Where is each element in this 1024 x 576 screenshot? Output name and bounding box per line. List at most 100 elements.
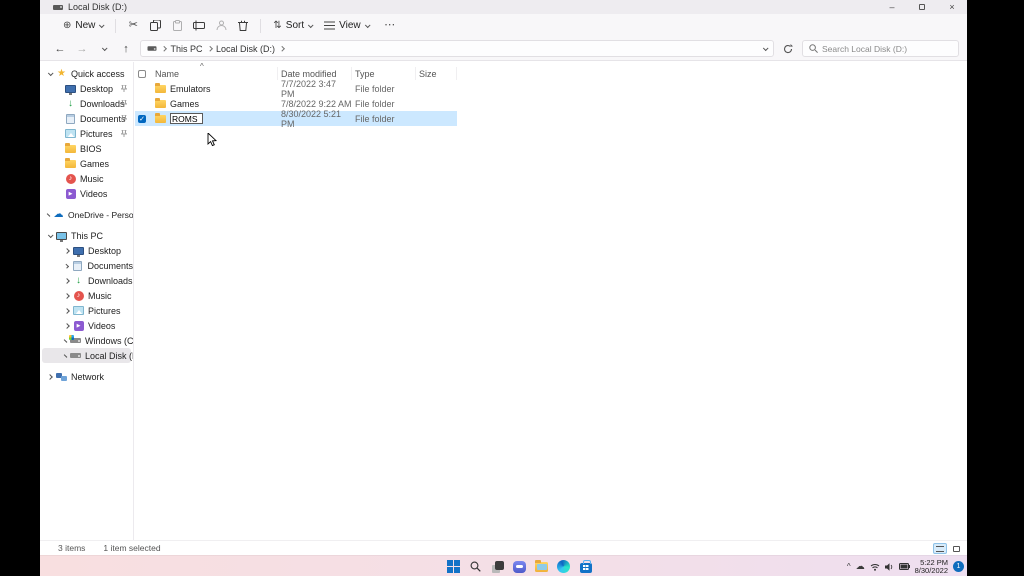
checked-checkbox-icon[interactable]: ✓ [138,115,146,123]
sort-button[interactable]: ⇅ Sort [267,17,318,34]
large-icons-view-button[interactable] [949,543,963,554]
breadcrumb[interactable]: This PC Local Disk (D:) [140,40,774,57]
sidebar-item-this-pc[interactable]: This PC [40,228,133,243]
cut-button[interactable]: ✂ [122,17,144,35]
chevron-right-icon[interactable] [47,213,51,217]
refresh-button[interactable] [780,41,796,57]
sidebar-item-label: This PC [71,231,103,241]
sidebar-item-pc-documents[interactable]: Documents [40,258,133,273]
sidebar-item-network[interactable]: Network [40,369,133,384]
breadcrumb-item-this-pc[interactable]: This PC [171,44,203,54]
chevron-down-icon[interactable] [48,70,54,76]
search-input[interactable] [822,44,942,54]
sidebar-item-pc-music[interactable]: ♪ Music [40,288,133,303]
sidebar-item-local-disk-d[interactable]: Local Disk (D:) [42,348,131,363]
search-icon [809,44,818,53]
column-header-label: Size [419,69,437,79]
forward-button[interactable]: → [74,41,90,57]
share-button[interactable] [210,17,232,35]
chevron-right-icon[interactable] [64,263,69,268]
wifi-icon[interactable] [870,563,880,571]
sidebar-item-games[interactable]: Games [40,156,133,171]
select-all-checkbox[interactable] [135,67,152,80]
rename-input[interactable] [170,113,203,124]
sidebar-item-pictures[interactable]: Pictures [40,126,133,141]
sidebar-item-music[interactable]: ♪ Music [40,171,133,186]
hidden-icons-chevron-icon[interactable]: ^ [847,563,851,571]
delete-icon [238,20,248,31]
sort-button-label: Sort [286,20,304,31]
chevron-down-icon[interactable] [48,232,54,238]
column-header-size[interactable]: Size [416,67,457,80]
column-header-label: Type [355,69,375,79]
column-header-name[interactable]: Name ^ [152,67,278,80]
volume-icon[interactable] [885,563,894,571]
more-options-button[interactable]: ⋯ [379,17,401,35]
details-view-button[interactable] [933,543,947,554]
start-button[interactable] [447,560,461,574]
new-button[interactable]: ⊕ New [57,17,109,34]
column-header-date-modified[interactable]: Date modified [278,67,352,80]
chevron-right-icon[interactable] [64,323,70,329]
sidebar-item-pc-videos[interactable]: ▶ Videos [40,318,133,333]
chevron-right-icon[interactable] [64,248,70,254]
store-button[interactable] [579,560,593,574]
file-size [416,81,457,96]
sidebar-item-desktop[interactable]: Desktop [40,81,133,96]
chevron-right-icon[interactable] [64,308,70,314]
sidebar-item-pc-downloads[interactable]: ↓ Downloads [40,273,133,288]
chevron-right-icon[interactable] [47,374,53,380]
sidebar-item-videos[interactable]: ▶ Videos [40,186,133,201]
back-button[interactable]: ← [52,41,68,57]
column-header-label: Date modified [281,69,337,79]
chevron-right-icon[interactable] [64,278,70,284]
sidebar-item-onedrive[interactable]: ☁ OneDrive - Personal [40,207,133,222]
search-box[interactable] [802,40,959,57]
chat-button[interactable] [513,560,527,574]
chevron-right-icon[interactable] [64,293,70,299]
rename-button[interactable] [188,17,210,35]
sidebar-item-label: BIOS [80,144,102,154]
sidebar-item-pc-pictures[interactable]: Pictures [40,303,133,318]
paste-icon [172,20,183,31]
chevron-right-icon[interactable] [64,339,68,343]
taskbar-clock[interactable]: 5:22 PM 8/30/2022 [915,559,948,575]
task-view-button[interactable] [491,560,505,574]
sidebar-item-label: Quick access [71,69,125,79]
view-button[interactable]: View [318,17,375,34]
recent-locations-button[interactable] [96,41,112,57]
window-title: Local Disk (D:) [68,2,127,12]
sidebar-item-label: Pictures [88,306,121,316]
file-row-emulators[interactable]: Emulators 7/7/2022 3:47 PM File folder [135,81,457,96]
desktop-screen: Local Disk (D:) – × ⊕ New ✂ [40,0,967,576]
sidebar-item-windows-c[interactable]: Windows (C:) [40,333,133,348]
sidebar-item-bios[interactable]: BIOS [40,141,133,156]
minimize-button[interactable]: – [877,0,907,14]
file-row-roms-selected[interactable]: ✓ 8/30/2022 5:21 PM File folder [135,111,457,126]
edge-button[interactable] [557,560,571,574]
battery-icon[interactable] [899,563,910,570]
column-header-type[interactable]: Type [352,67,416,80]
sidebar-item-pc-desktop[interactable]: Desktop [40,243,133,258]
sidebar-item-quick-access[interactable]: ★ Quick access [40,66,133,81]
file-explorer-button[interactable] [535,560,549,574]
chevron-right-icon[interactable] [64,354,68,358]
address-dropdown-icon[interactable] [763,45,769,51]
paste-button[interactable] [166,17,188,35]
close-button[interactable]: × [937,0,967,14]
breadcrumb-item-local-disk-d[interactable]: Local Disk (D:) [216,44,275,54]
sidebar-item-documents[interactable]: Documents [40,111,133,126]
large-icons-view-icon [953,546,960,552]
up-button[interactable]: ↑ [118,41,134,57]
breadcrumb-separator-icon [279,46,284,51]
sidebar-item-downloads[interactable]: ↓ Downloads [40,96,133,111]
maximize-button[interactable] [907,0,937,14]
breadcrumb-separator-icon [161,46,166,51]
view-toggles [933,543,963,554]
sidebar-item-label: Network [71,372,104,382]
notification-badge[interactable]: 1 [953,561,964,572]
taskbar-search-button[interactable] [469,560,483,574]
delete-button[interactable] [232,17,254,35]
onedrive-tray-icon[interactable]: ☁ [856,562,865,571]
copy-button[interactable] [144,17,166,35]
